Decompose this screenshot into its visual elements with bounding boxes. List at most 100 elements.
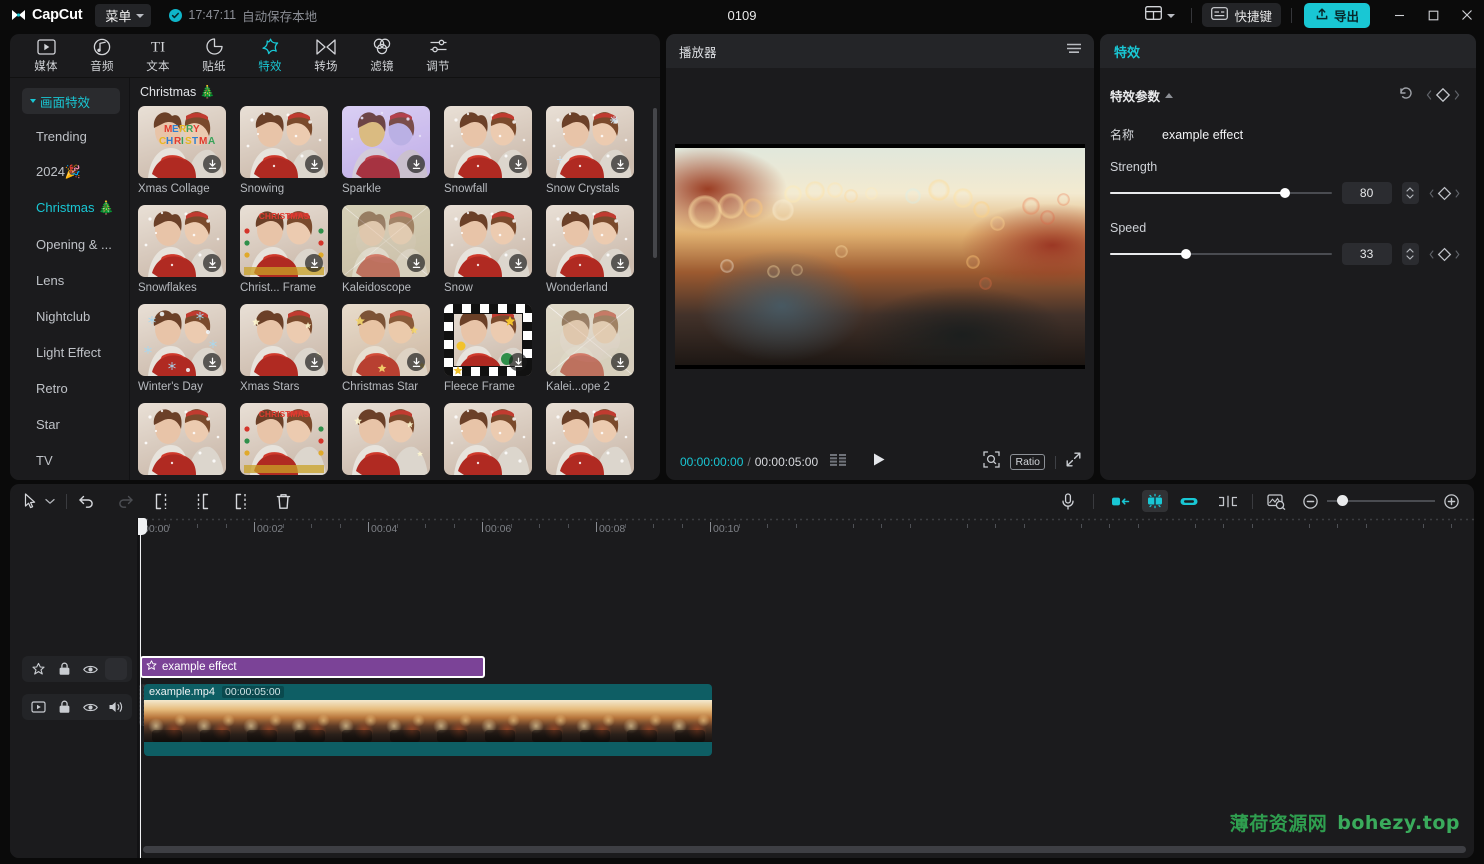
download-icon[interactable]: [611, 353, 629, 371]
minimize-button[interactable]: [1382, 0, 1416, 30]
effect-thumbnail[interactable]: [444, 304, 532, 376]
effect-thumbnail[interactable]: [342, 304, 430, 376]
play-icon[interactable]: [872, 452, 886, 472]
download-icon[interactable]: [305, 155, 323, 173]
effect-item-4[interactable]: Snowfall: [444, 106, 546, 205]
download-icon[interactable]: [305, 353, 323, 371]
maximize-button[interactable]: [1416, 0, 1450, 30]
effect-item-partial-3[interactable]: [342, 403, 444, 475]
select-tool[interactable]: [24, 493, 37, 509]
category-item-5[interactable]: Lens: [10, 262, 130, 298]
effect-thumbnail[interactable]: [138, 304, 226, 376]
effect-thumbnail[interactable]: [546, 304, 634, 376]
library-tab-4[interactable]: 贴纸: [186, 35, 242, 77]
library-tab-6[interactable]: 转场: [298, 35, 354, 77]
effect-thumbnail[interactable]: [546, 403, 634, 475]
preview-render-button[interactable]: [1267, 493, 1286, 510]
undo-button[interactable]: [78, 494, 95, 509]
effect-thumbnail[interactable]: CHRISTMAS: [240, 205, 328, 277]
effect-item-12[interactable]: Xmas Stars: [240, 304, 342, 403]
star-effect-icon[interactable]: [27, 658, 49, 680]
playhead-handle[interactable]: [138, 518, 147, 535]
effect-item-8[interactable]: Kaleidoscope: [342, 205, 444, 304]
effect-item-2[interactable]: Snowing: [240, 106, 342, 205]
effect-thumbnail[interactable]: [444, 403, 532, 475]
category-item-1[interactable]: Trending: [10, 118, 130, 154]
effect-thumbnail[interactable]: [342, 205, 430, 277]
effect-item-6[interactable]: Snowflakes: [138, 205, 240, 304]
download-icon[interactable]: [407, 254, 425, 272]
library-tab-5[interactable]: 特效: [242, 35, 298, 77]
effect-thumbnail[interactable]: MERRYCHRISTMA: [138, 106, 226, 178]
param-keyframe-button[interactable]: [1429, 247, 1460, 262]
param-value-input[interactable]: 33: [1341, 243, 1392, 265]
library-tab-7[interactable]: 滤镜: [354, 35, 410, 77]
playhead[interactable]: [138, 518, 147, 858]
menu-button[interactable]: 菜单: [95, 3, 152, 27]
record-voiceover-button[interactable]: [1061, 492, 1075, 510]
fullscreen-icon[interactable]: [1066, 452, 1081, 472]
library-tab-1[interactable]: 媒体: [18, 35, 74, 77]
effect-thumbnail[interactable]: [138, 205, 226, 277]
adsorb-left-button[interactable]: [1108, 490, 1134, 512]
category-item-2[interactable]: 2024🎉: [10, 154, 130, 190]
effect-thumbnail[interactable]: [240, 106, 328, 178]
close-button[interactable]: [1450, 0, 1484, 30]
effect-item-partial-4[interactable]: [444, 403, 546, 475]
export-button[interactable]: 导出: [1303, 2, 1370, 28]
download-icon[interactable]: [407, 353, 425, 371]
effect-item-11[interactable]: Winter's Day: [138, 304, 240, 403]
hamburger-icon[interactable]: [1066, 42, 1082, 60]
close-gap-button[interactable]: [1218, 495, 1238, 508]
download-icon[interactable]: [407, 155, 425, 173]
category-item-8[interactable]: Retro: [10, 370, 130, 406]
reset-icon[interactable]: [1398, 85, 1414, 106]
param-stepper[interactable]: [1401, 243, 1419, 265]
ratio-button[interactable]: Ratio: [1010, 454, 1045, 470]
effect-item-7[interactable]: CHRISTMAS Christ... Frame: [240, 205, 342, 304]
param-value-input[interactable]: 80: [1341, 182, 1392, 204]
zoom-out-button[interactable]: [1302, 493, 1319, 510]
download-icon[interactable]: [203, 155, 221, 173]
effect-item-partial-1[interactable]: [138, 403, 240, 475]
category-item-9[interactable]: Star: [10, 406, 130, 442]
speaker-icon[interactable]: [105, 696, 127, 718]
shortcuts-button[interactable]: 快捷键: [1202, 3, 1281, 27]
effect-item-13[interactable]: Christmas Star: [342, 304, 444, 403]
effect-item-15[interactable]: Kalei...ope 2: [546, 304, 648, 403]
frames-icon[interactable]: [830, 453, 848, 471]
slider-track-wrap[interactable]: [1110, 186, 1332, 200]
library-scrollbar[interactable]: [653, 108, 657, 258]
download-icon[interactable]: [611, 254, 629, 272]
library-tab-2[interactable]: 音频: [74, 35, 130, 77]
category-item-10[interactable]: TV: [10, 442, 130, 478]
zoom-slider-knob[interactable]: [1337, 495, 1348, 506]
video-clip[interactable]: example.mp4 00:00:05:00: [144, 684, 712, 756]
effect-item-9[interactable]: Snow: [444, 205, 546, 304]
download-icon[interactable]: [509, 353, 527, 371]
effect-item-1[interactable]: M E R R Y C H R I S T M A Xmas Collage: [138, 106, 240, 205]
category-group-header[interactable]: 画面特效: [22, 88, 120, 114]
effect-thumbnail[interactable]: [138, 403, 226, 475]
effect-item-3[interactable]: Sparkle: [342, 106, 444, 205]
effect-thumbnail[interactable]: [342, 403, 430, 475]
param-stepper[interactable]: [1401, 182, 1419, 204]
lock-icon[interactable]: [53, 696, 75, 718]
effect-thumbnail[interactable]: CHRISTMAS: [240, 403, 328, 475]
delete-button[interactable]: [276, 493, 291, 510]
effect-thumbnail[interactable]: [444, 106, 532, 178]
effect-thumbnail[interactable]: [240, 304, 328, 376]
download-icon[interactable]: [203, 254, 221, 272]
timeline-horizontal-scrollbar[interactable]: [143, 846, 1466, 853]
download-icon[interactable]: [509, 254, 527, 272]
category-item-7[interactable]: Light Effect: [10, 334, 130, 370]
effect-thumbnail[interactable]: [444, 205, 532, 277]
slider-knob[interactable]: [1181, 249, 1191, 259]
eye-icon[interactable]: [79, 696, 101, 718]
layout-button[interactable]: [1139, 3, 1181, 28]
eye-icon[interactable]: [79, 658, 101, 680]
category-item-6[interactable]: Nightclub: [10, 298, 130, 334]
library-tab-3[interactable]: TI 文本: [130, 35, 186, 77]
effect-item-14[interactable]: Fleece Frame: [444, 304, 546, 403]
effect-item-partial-2[interactable]: CHRISTMAS: [240, 403, 342, 475]
